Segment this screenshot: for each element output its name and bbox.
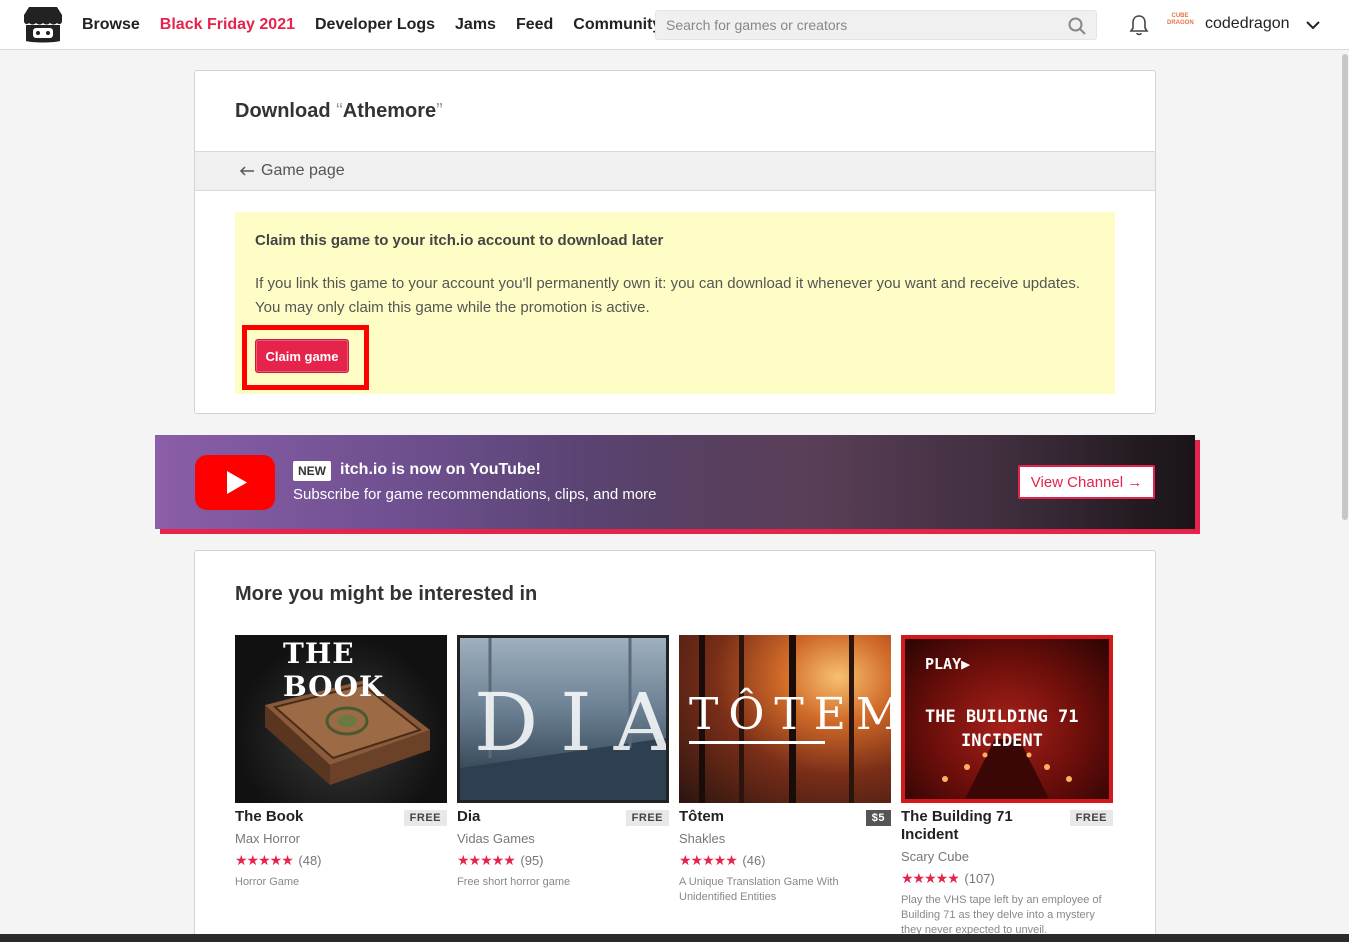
nav-feed[interactable]: Feed bbox=[516, 16, 553, 34]
star-icons: ★★★★★ bbox=[457, 852, 516, 868]
game-title[interactable]: Dia bbox=[457, 808, 617, 826]
price-badge: $5 bbox=[865, 810, 891, 826]
nav-community[interactable]: Community bbox=[573, 16, 661, 34]
main-nav: Browse Black Friday 2021 Developer Logs … bbox=[82, 0, 681, 50]
claim-description: If you link this game to your account yo… bbox=[255, 275, 1080, 316]
username[interactable]: codedragon bbox=[1205, 15, 1290, 33]
title-close-quote: ” bbox=[436, 100, 443, 122]
game-page-link[interactable]: Game page bbox=[239, 162, 345, 180]
game-page-label: Game page bbox=[261, 162, 345, 179]
youtube-icon bbox=[195, 455, 275, 510]
game-cell: DIA Dia FREE Vidas Games ★★★★★ (95) Free… bbox=[457, 635, 669, 888]
game-cell: PLAY▶ THE BUILDING 71 INCIDENT The Build… bbox=[901, 635, 1113, 936]
search-box bbox=[655, 10, 1097, 40]
back-bar: Game page bbox=[195, 151, 1155, 191]
game-name: Athemore bbox=[342, 100, 437, 122]
nav-developer-logs[interactable]: Developer Logs bbox=[315, 16, 435, 34]
game-rating: ★★★★★ (48) bbox=[235, 852, 322, 869]
claim-title: Claim this game to your itch.io account … bbox=[255, 232, 664, 249]
thumbnail-text: DIA bbox=[474, 676, 666, 769]
site-header: Browse Black Friday 2021 Developer Logs … bbox=[0, 0, 1349, 50]
game-thumbnail[interactable]: DIA bbox=[457, 635, 669, 803]
rating-count: (48) bbox=[298, 853, 322, 868]
game-author[interactable]: Scary Cube bbox=[901, 849, 969, 864]
taskbar-edge bbox=[0, 934, 1349, 942]
play-text: PLAY▶ bbox=[925, 655, 971, 673]
star-icons: ★★★★★ bbox=[235, 852, 294, 868]
bell-icon[interactable] bbox=[1129, 14, 1149, 36]
thumbnail-text: TÔTEM bbox=[689, 689, 891, 740]
nav-browse[interactable]: Browse bbox=[82, 16, 140, 34]
recommendations-title: More you might be interested in bbox=[235, 583, 538, 605]
search-icon[interactable] bbox=[1068, 17, 1086, 35]
rating-count: (46) bbox=[742, 853, 766, 868]
download-panel: Download “Athemore” Game page Claim this… bbox=[194, 70, 1156, 414]
page-title: Download “Athemore” bbox=[235, 100, 443, 123]
game-author[interactable]: Max Horror bbox=[235, 831, 300, 846]
game-cell: THE BOOK The Book FREE Max Horror ★★★★★ … bbox=[235, 635, 447, 888]
arrow-left-icon bbox=[239, 166, 254, 176]
view-channel-button[interactable]: View Channel → bbox=[1018, 465, 1155, 499]
avatar[interactable]: CUBE DRAGON bbox=[1167, 13, 1194, 37]
price-badge: FREE bbox=[403, 810, 447, 826]
youtube-banner[interactable]: NEW itch.io is now on YouTube! Subscribe… bbox=[155, 435, 1195, 529]
thumbnail-text-line2: INCIDENT bbox=[961, 731, 1043, 751]
banner-title: itch.io is now on YouTube! bbox=[340, 461, 541, 478]
new-badge: NEW bbox=[293, 461, 331, 481]
game-rating: ★★★★★ (95) bbox=[457, 852, 544, 869]
title-prefix: Download bbox=[235, 100, 337, 122]
rating-count: (95) bbox=[520, 853, 544, 868]
recommendations-panel: More you might be interested in THE BOOK… bbox=[194, 550, 1156, 942]
game-rating: ★★★★★ (107) bbox=[901, 870, 995, 887]
search-input[interactable] bbox=[656, 17, 1056, 33]
game-author[interactable]: Vidas Games bbox=[457, 831, 535, 846]
title-underline bbox=[689, 741, 825, 744]
thumbnail-text: THE BUILDING 71 bbox=[925, 707, 1079, 727]
itchio-logo-icon[interactable] bbox=[24, 7, 62, 43]
game-title[interactable]: The Book bbox=[235, 808, 395, 826]
game-title[interactable]: Tôtem bbox=[679, 808, 839, 826]
game-title[interactable]: The Building 71 Incident bbox=[901, 808, 1061, 844]
scrollbar-thumb[interactable] bbox=[1342, 54, 1348, 520]
title-open-quote: “ bbox=[336, 100, 343, 122]
banner-subtitle: Subscribe for game recommendations, clip… bbox=[293, 486, 657, 503]
rating-count: (107) bbox=[964, 871, 995, 886]
game-thumbnail[interactable]: TÔTEM bbox=[679, 635, 891, 803]
game-rating: ★★★★★ (46) bbox=[679, 852, 766, 869]
game-thumbnail[interactable]: PLAY▶ THE BUILDING 71 INCIDENT bbox=[901, 635, 1113, 803]
claim-box: Claim this game to your itch.io account … bbox=[235, 212, 1115, 394]
price-badge: FREE bbox=[625, 810, 669, 826]
game-description: Horror Game bbox=[235, 876, 300, 888]
game-description: A Unique Translation Game With Unidentif… bbox=[679, 876, 839, 903]
price-badge: FREE bbox=[1069, 810, 1113, 826]
star-icons: ★★★★★ bbox=[679, 852, 738, 868]
game-author[interactable]: Shakles bbox=[679, 831, 725, 846]
game-thumbnail[interactable]: THE BOOK bbox=[235, 635, 447, 803]
star-icons: ★★★★★ bbox=[901, 870, 960, 886]
nav-jams[interactable]: Jams bbox=[455, 16, 496, 34]
chevron-down-icon[interactable] bbox=[1305, 17, 1321, 33]
claim-game-button[interactable]: Claim game bbox=[255, 339, 349, 373]
game-description: Free short horror game bbox=[457, 876, 571, 888]
nav-black-friday[interactable]: Black Friday 2021 bbox=[160, 16, 295, 34]
game-cell: TÔTEM Tôtem $5 Shakles ★★★★★ (46) A Uniq… bbox=[679, 635, 891, 903]
thumbnail-text: THE BOOK bbox=[283, 637, 385, 703]
game-description: Play the VHS tape left by an employee of… bbox=[901, 894, 1102, 936]
